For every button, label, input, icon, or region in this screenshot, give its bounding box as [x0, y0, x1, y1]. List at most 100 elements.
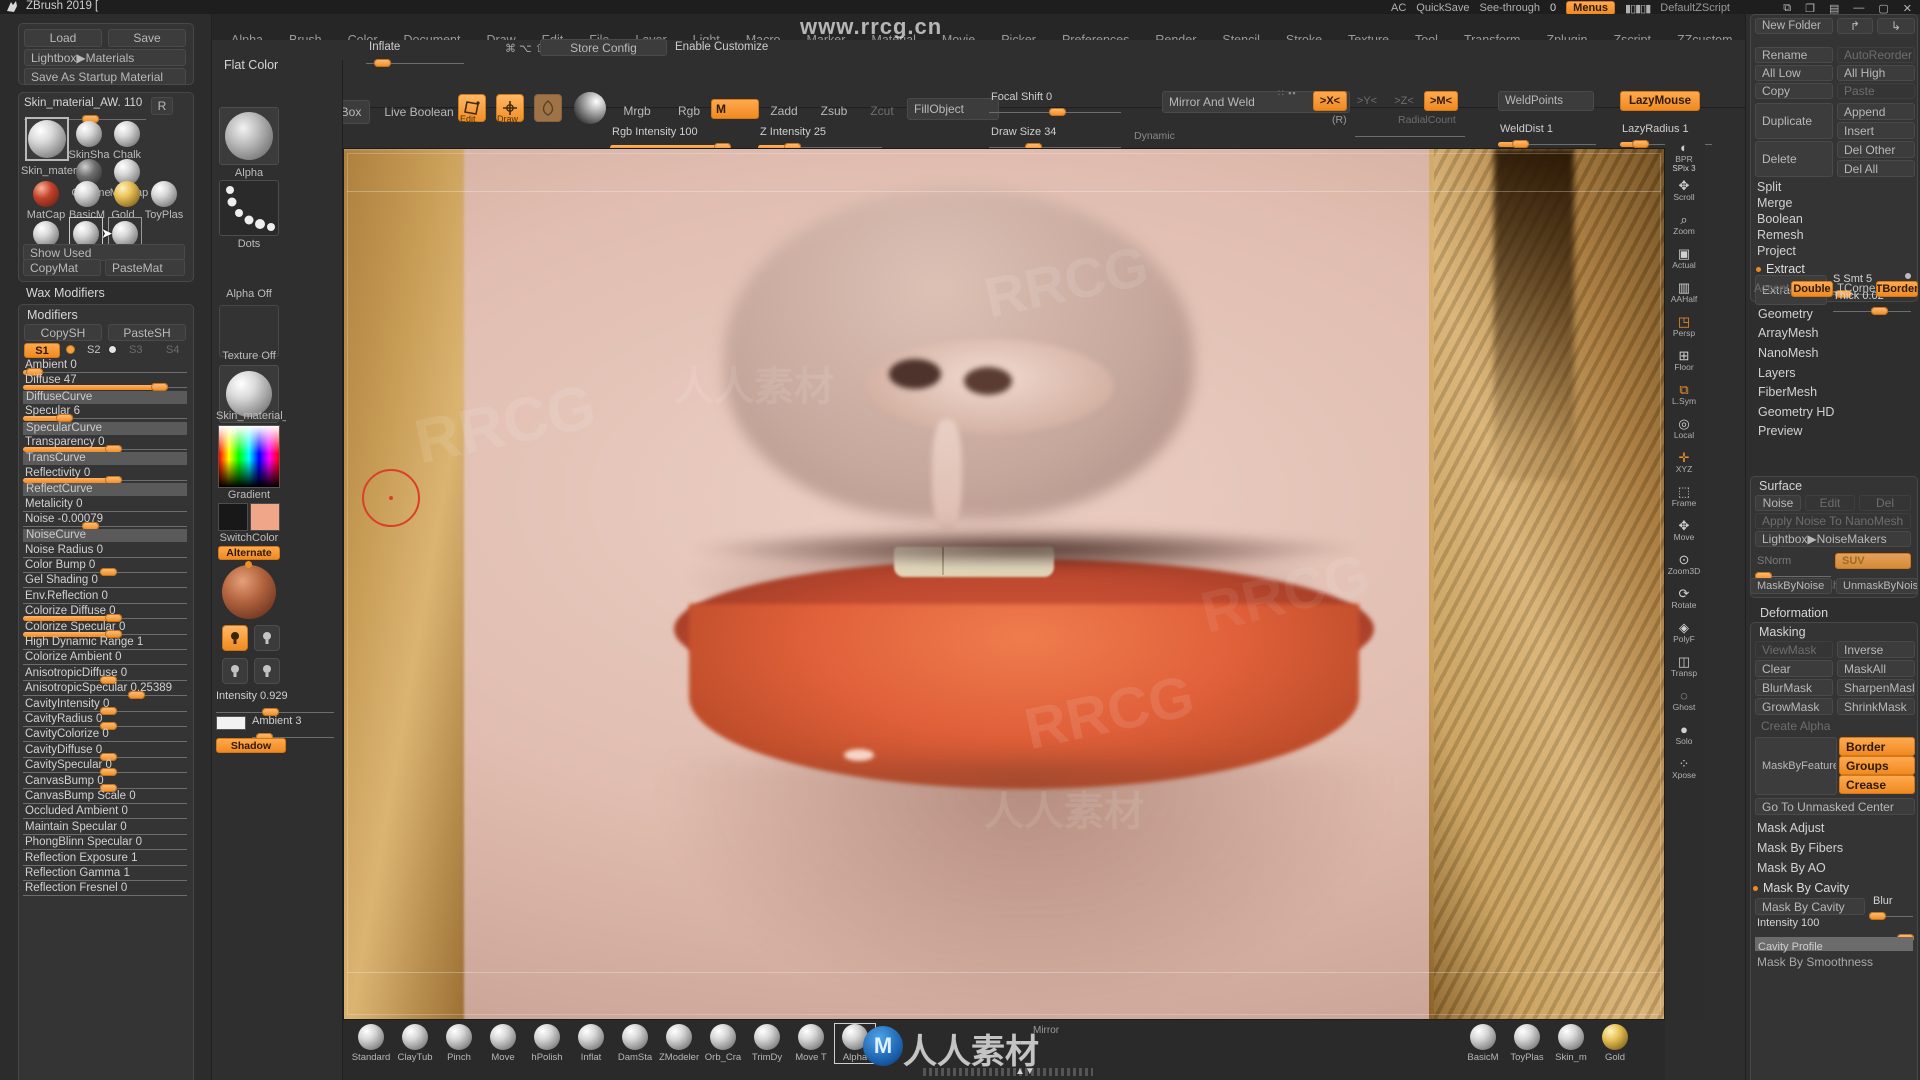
brush-pinch[interactable]: Pinch — [439, 1024, 479, 1063]
inflate-slider[interactable] — [366, 52, 464, 67]
move-up-folder-icon[interactable]: ↱ — [1837, 18, 1873, 34]
sculpt-viewport[interactable]: RRCG RRCG RRCG 人人素材 人人素材 — [343, 148, 1665, 1020]
alternate-button[interactable]: Alternate — [218, 546, 280, 560]
bottom-material-toyplas[interactable]: ToyPlas — [1507, 1024, 1547, 1063]
mask-by-fibers-section[interactable]: Mask By Fibers — [1757, 841, 1843, 855]
modifier-row-occluded-ambient[interactable]: Occluded Ambient 0 — [23, 805, 191, 820]
material-r-button[interactable]: R — [151, 97, 173, 115]
modifier-row-cavitydiffuse[interactable]: CavityDiffuse 0 — [23, 744, 191, 761]
bottom-material-skin-m[interactable]: Skin_m — [1551, 1024, 1591, 1063]
modifier-row-cavityintensity[interactable]: CavityIntensity 0 — [23, 698, 191, 715]
tborder-button[interactable]: TBorder — [1876, 281, 1918, 297]
load-button[interactable]: Load — [24, 29, 102, 47]
all-low-button[interactable]: All Low — [1755, 65, 1833, 81]
secondary-color-swatch[interactable] — [218, 503, 248, 531]
duplicate-button[interactable]: Duplicate — [1755, 103, 1833, 139]
modifier-row-phongblinn-specular[interactable]: PhongBlinn Specular 0 — [23, 836, 191, 851]
mask-by-ao-section[interactable]: Mask By AO — [1757, 861, 1826, 875]
tcorner-label[interactable]: TCorner — [1837, 283, 1879, 295]
lightbox-noisemakers-button[interactable]: Lightbox▶NoiseMakers — [1755, 531, 1911, 547]
light-placement-1-button[interactable] — [222, 625, 248, 651]
viewport-tool-polyf[interactable]: ◈ PolyF — [1665, 616, 1703, 650]
modifier-row-diffusecurve[interactable]: DiffuseCurve — [23, 390, 191, 405]
move-down-folder-icon[interactable]: ↳ — [1877, 18, 1915, 34]
material-sphere-preview[interactable] — [574, 92, 606, 124]
wax-modifiers-section-title[interactable]: Wax Modifiers — [20, 286, 105, 300]
scroll-handle[interactable] — [923, 1068, 1093, 1076]
save-button[interactable]: Save — [108, 29, 186, 47]
extract-section-header[interactable]: Extract — [1756, 262, 1805, 276]
del-other-button[interactable]: Del Other — [1837, 141, 1915, 158]
color-picker-hue[interactable] — [218, 425, 280, 488]
modifier-row-gel-shading[interactable]: Gel Shading 0 — [23, 574, 191, 589]
new-folder-button[interactable]: New Folder — [1755, 18, 1833, 34]
minimize-icon[interactable]: — — [1853, 2, 1864, 14]
tool-section-fibermesh[interactable]: FiberMesh — [1746, 382, 1920, 402]
shader-s2-label[interactable]: S2 — [87, 344, 100, 356]
paste-mat-button[interactable]: PasteMat — [105, 259, 185, 276]
viewport-tool-xyz[interactable]: ✛ XYZ — [1665, 446, 1703, 480]
tool-section-geometry-hd[interactable]: Geometry HD — [1746, 402, 1920, 422]
switch-color-label[interactable]: SwitchColor — [218, 532, 280, 544]
zsub-button[interactable]: Zsub — [812, 100, 856, 122]
mask-crease-toggle[interactable]: Crease — [1839, 775, 1915, 794]
material-thumb-1[interactable] — [76, 121, 102, 147]
quicksave-button[interactable]: QuickSave — [1416, 2, 1469, 14]
copy-button[interactable]: Copy — [1755, 83, 1833, 99]
material-thumb-8[interactable] — [151, 181, 177, 207]
subtool-op-remesh[interactable]: Remesh — [1755, 227, 1915, 243]
brush-inflat[interactable]: Inflat — [571, 1024, 611, 1063]
ac-button[interactable]: AC — [1391, 2, 1406, 14]
noise-button[interactable]: Noise — [1755, 495, 1801, 511]
m-toggle-button[interactable]: M — [711, 99, 759, 119]
modifier-row-reflectivity[interactable]: Reflectivity 0 — [23, 467, 191, 484]
material-preview-sphere[interactable] — [222, 561, 276, 619]
panel-copy-icon[interactable]: ❐ — [1805, 2, 1815, 15]
copy-mat-button[interactable]: CopyMat — [23, 259, 101, 276]
tool-section-geometry[interactable]: Geometry — [1746, 304, 1920, 324]
modifier-row-reflection-gamma[interactable]: Reflection Gamma 1 — [23, 867, 191, 882]
modifier-row-maintain-specular[interactable]: Maintain Specular 0 — [23, 821, 191, 836]
modifier-row-anisotropicdiffuse[interactable]: AnisotropicDiffuse 0 — [23, 667, 191, 684]
modifier-row-cavityradius[interactable]: CavityRadius 0 — [23, 713, 191, 730]
zadd-button[interactable]: Zadd — [762, 100, 806, 122]
shader-s2-radio[interactable] — [108, 345, 117, 354]
modifier-row-noisecurve[interactable]: NoiseCurve — [23, 528, 191, 543]
modifier-row-noise-radius[interactable]: Noise Radius 0 — [23, 544, 191, 559]
bottom-material-gold[interactable]: Gold — [1595, 1024, 1635, 1063]
mask-by-cavity-button[interactable]: Mask By Cavity — [1755, 898, 1865, 915]
primary-color-swatch[interactable] — [250, 503, 280, 531]
insert-button[interactable]: Insert — [1837, 122, 1915, 139]
subtool-op-boolean[interactable]: Boolean — [1755, 211, 1915, 227]
enable-customize-label[interactable]: Enable Customize — [675, 41, 768, 53]
brush-claytub[interactable]: ClayTub — [395, 1024, 435, 1063]
viewport-tool-persp[interactable]: ◳ Persp — [1665, 310, 1703, 344]
subtool-op-merge[interactable]: Merge — [1755, 195, 1915, 211]
viewport-tool-bpr[interactable]: ◐ BPR SPix 3 — [1665, 140, 1703, 174]
focal-shift-slider[interactable] — [989, 101, 1121, 116]
rename-button[interactable]: Rename — [1755, 47, 1833, 63]
light-placement-4-button[interactable] — [254, 658, 280, 684]
viewport-tool-transp[interactable]: ◫ Transp — [1665, 650, 1703, 684]
viewport-tool-frame[interactable]: ⬚ Frame — [1665, 480, 1703, 514]
shader-s1-radio[interactable] — [66, 345, 75, 354]
modifier-row-colorize-specular[interactable]: Colorize Specular 0 — [23, 621, 191, 638]
modifier-row-metalicity[interactable]: Metalicity 0 — [23, 498, 191, 513]
brush-damsta[interactable]: DamSta — [615, 1024, 655, 1063]
cavity-profile-curve[interactable]: Cavity Profile — [1755, 937, 1913, 953]
brush-orb-cra[interactable]: Orb_Cra — [703, 1024, 743, 1063]
material-thumb-5[interactable] — [33, 181, 59, 207]
modifier-row-high-dynamic-range[interactable]: High Dynamic Range 1 — [23, 636, 191, 651]
modifier-row-reflection-exposure[interactable]: Reflection Exposure 1 — [23, 852, 191, 867]
viewport-tool-solo[interactable]: ● Solo — [1665, 718, 1703, 752]
all-high-button[interactable]: All High — [1837, 65, 1915, 81]
mrgb-button[interactable]: Mrgb — [612, 100, 662, 122]
modifier-row-canvasbump-scale[interactable]: CanvasBump Scale 0 — [23, 790, 191, 805]
light-placement-2-button[interactable] — [254, 625, 280, 651]
brush-zmodeler[interactable]: ZModeler — [659, 1024, 699, 1063]
cavity-blur-slider[interactable] — [1869, 905, 1913, 920]
modifier-row-reflection-fresnel[interactable]: Reflection Fresnel 0 — [23, 882, 191, 897]
mask-by-smoothness-section[interactable]: Mask By Smoothness — [1757, 955, 1873, 969]
material-thumb-2[interactable] — [114, 121, 140, 147]
viewport-tool-move[interactable]: ✥ Move — [1665, 514, 1703, 548]
